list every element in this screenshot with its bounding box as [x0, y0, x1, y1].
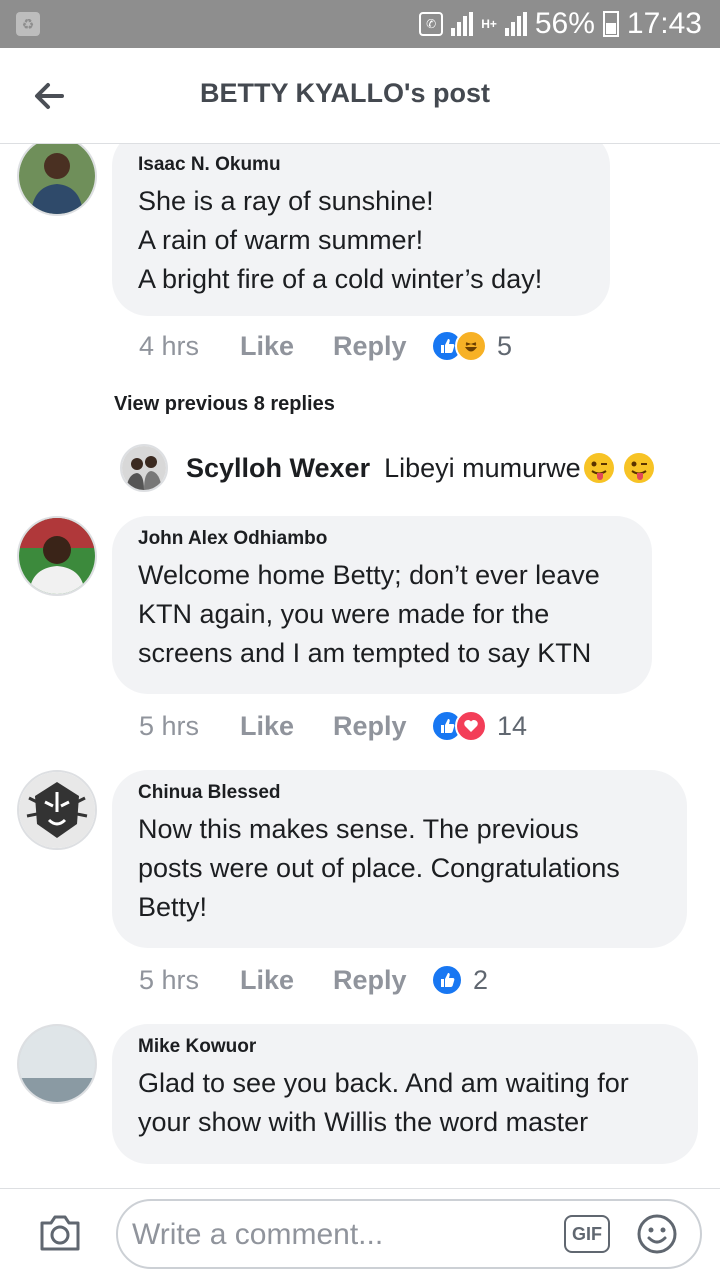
love-reaction-icon — [455, 710, 487, 742]
comment-text: Now this makes sense. The previous posts… — [138, 814, 620, 922]
comment-text: She is a ray of sunshine! A rain of warm… — [138, 186, 543, 294]
reactions-summary[interactable]: 14 — [431, 710, 527, 742]
avatar[interactable] — [17, 516, 97, 596]
winking-tongue-emoji-icon — [583, 453, 614, 483]
battery-percent: 56% — [534, 7, 595, 40]
reactions-summary[interactable]: 2 — [431, 964, 488, 996]
comment-author[interactable]: Chinua Blessed — [138, 782, 661, 804]
top-bar: BETTY KYALLO's post — [0, 48, 720, 144]
comment-time: 4 hrs — [139, 330, 200, 361]
comment-bubble[interactable]: Mike Kowuor Glad to see you back. And am… — [112, 1024, 698, 1164]
comment-input[interactable] — [132, 1215, 552, 1255]
network-type: H+ — [481, 17, 497, 31]
reply-button[interactable]: Reply — [333, 711, 431, 742]
reply-button[interactable]: Reply — [333, 965, 431, 996]
comment-bubble[interactable]: Isaac N. Okumu She is a ray of sunshine!… — [112, 144, 610, 316]
comment-author[interactable]: Isaac N. Okumu — [138, 154, 584, 176]
like-reaction-icon — [431, 964, 463, 996]
gif-button[interactable]: GIF — [564, 1215, 610, 1253]
comment-time: 5 hrs — [139, 710, 200, 741]
comment-actions: 5 hrs Like Reply 2 — [139, 960, 488, 1000]
sticker-button[interactable] — [636, 1213, 678, 1255]
battery-icon — [602, 11, 619, 37]
comment-author[interactable]: Mike Kowuor — [138, 1036, 672, 1058]
comment-input-field[interactable]: GIF — [116, 1199, 702, 1269]
recycle-notification-icon: ♻ — [16, 12, 40, 36]
page-title: BETTY KYALLO's post — [200, 78, 490, 108]
comment-actions: 4 hrs Like Reply 5 — [139, 326, 512, 366]
clock: 17:43 — [626, 7, 702, 40]
back-arrow-icon — [35, 83, 64, 109]
wifi-signal-icon — [451, 12, 474, 36]
reply-button[interactable]: Reply — [333, 331, 431, 362]
comment-author[interactable]: John Alex Odhiambo — [138, 528, 626, 550]
avatar[interactable] — [17, 144, 97, 216]
avatar[interactable] — [120, 444, 168, 492]
comment-actions: 5 hrs Like Reply 14 — [139, 706, 527, 746]
reply-author[interactable]: Scylloh Wexer — [186, 453, 370, 484]
cell-signal-icon — [504, 12, 527, 36]
status-bar: ♻ ✆ H+ 56% 17:43 — [0, 0, 720, 48]
reaction-count: 14 — [497, 710, 528, 741]
comment-text: Welcome home Betty; don’t ever leave KTN… — [138, 560, 600, 668]
comments-list[interactable]: Isaac N. Okumu She is a ray of sunshine!… — [0, 144, 720, 1188]
like-button[interactable]: Like — [240, 711, 333, 742]
camera-icon — [40, 1215, 80, 1251]
reply-preview[interactable]: Scylloh Wexer Libeyi mumurwe — [186, 452, 655, 484]
comment-text: Glad to see you back. And am waiting for… — [138, 1068, 629, 1137]
reactions-summary[interactable]: 5 — [431, 330, 512, 362]
comment-composer: GIF — [0, 1188, 720, 1280]
reply-text: Libeyi mumurwe — [384, 452, 581, 483]
comment-bubble[interactable]: John Alex Odhiambo Welcome home Betty; d… — [112, 516, 652, 694]
comment-time: 5 hrs — [139, 964, 200, 995]
like-button[interactable]: Like — [240, 331, 333, 362]
back-button[interactable] — [28, 74, 72, 118]
avatar[interactable] — [17, 770, 97, 850]
haha-reaction-icon — [455, 330, 487, 362]
reaction-count: 2 — [473, 964, 489, 995]
like-button[interactable]: Like — [240, 965, 333, 996]
smiley-icon — [637, 1214, 677, 1254]
camera-button[interactable] — [38, 1213, 82, 1253]
status-icons: ✆ H+ 56% 17:43 — [419, 0, 702, 48]
view-previous-replies-link[interactable]: View previous 8 replies — [114, 393, 335, 416]
reaction-count: 5 — [497, 330, 513, 361]
comment-bubble[interactable]: Chinua Blessed Now this makes sense. The… — [112, 770, 687, 948]
winking-tongue-emoji-icon — [623, 453, 654, 483]
phone-call-icon: ✆ — [419, 12, 444, 36]
avatar[interactable] — [17, 1024, 97, 1104]
